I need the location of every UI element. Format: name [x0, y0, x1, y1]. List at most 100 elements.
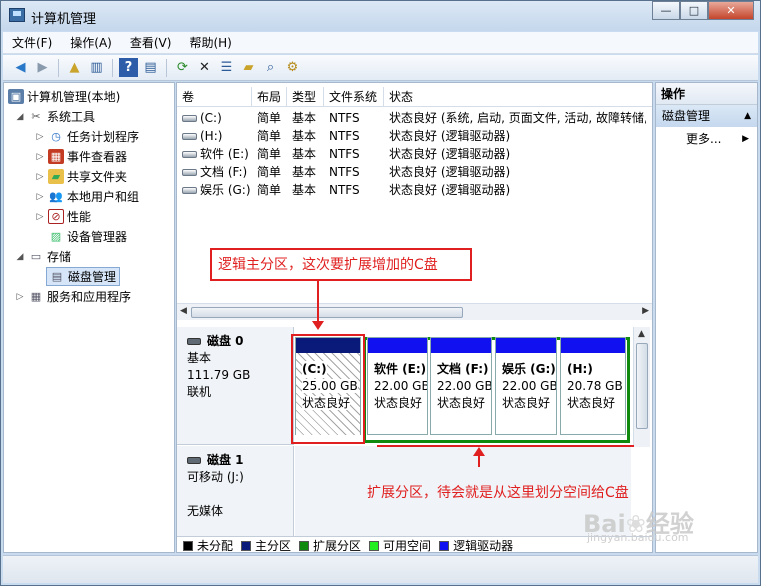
tree-item-storage[interactable]: ◢ ▭ 存储	[14, 247, 71, 266]
volume-filesystem: NTFS	[329, 147, 360, 161]
tree-item-label: 服务和应用程序	[47, 290, 132, 304]
delete-icon[interactable]: ✕	[195, 58, 214, 77]
disk-icon	[187, 338, 201, 345]
disk-type: 可移动 (J:)	[187, 470, 244, 484]
properties-icon[interactable]: ☰	[217, 58, 236, 77]
help-icon[interactable]: ?	[119, 58, 138, 77]
expand-arrow-icon[interactable]: ▷	[34, 152, 46, 162]
vertical-scrollbar[interactable]: ▲	[633, 327, 650, 447]
column-filesystem[interactable]: 文件系统	[324, 87, 384, 106]
expand-arrow-icon[interactable]: ▷	[34, 192, 46, 202]
console-tree: ▣ 计算机管理(本地) ◢ ✂ 系统工具 ▷ ◷ 任务计划程序 ▷ ▦ 事件查看…	[3, 82, 175, 553]
tree-item-performance[interactable]: ▷ ⊘ 性能	[34, 207, 91, 226]
forward-arrow-icon[interactable]: ▶	[33, 58, 52, 77]
actions-section-label: 磁盘管理	[662, 109, 711, 123]
disk-1-info[interactable]: 磁盘 1 可移动 (J:) 无媒体	[177, 446, 294, 542]
volume-status: 状态良好 (系统, 启动, 页面文件, 活动, 故障转储, 主	[389, 111, 646, 125]
close-button[interactable]: ✕	[708, 1, 754, 20]
tree-item-device-manager[interactable]: ▨ 设备管理器	[46, 227, 127, 246]
volume-row[interactable]: 软件 (E:) 简单 基本 NTFS 状态良好 (逻辑驱动器)	[177, 145, 646, 163]
volume-filesystem: NTFS	[329, 111, 360, 125]
volume-name: (C:)	[200, 111, 222, 125]
column-volume[interactable]: 卷	[177, 87, 252, 106]
search-icon[interactable]: ⌕	[261, 58, 280, 77]
actions-pane: 操作 磁盘管理 ▲ 更多... ▶	[655, 82, 758, 553]
legend-label: 逻辑驱动器	[453, 539, 514, 553]
back-arrow-icon[interactable]: ◀	[11, 58, 30, 77]
scroll-thumb[interactable]	[636, 343, 648, 429]
actions-more-link[interactable]: 更多... ▶	[656, 127, 757, 151]
tree-item-shared-folders[interactable]: ▷ ▰ 共享文件夹	[34, 167, 127, 186]
maximize-button[interactable]: □	[680, 1, 708, 20]
tree-item-disk-management[interactable]: ▤ 磁盘管理	[46, 267, 121, 286]
volume-row[interactable]: 文档 (F:) 简单 基本 NTFS 状态良好 (逻辑驱动器)	[177, 163, 646, 181]
volume-status: 状态良好 (逻辑驱动器)	[389, 183, 511, 197]
logical-drive-bar	[496, 338, 556, 353]
annotation-text-bottom: 扩展分区，待会就是从这里划分空间给C盘	[367, 485, 629, 501]
tree-item-root[interactable]: ▣ 计算机管理(本地)	[6, 87, 120, 106]
scroll-left-icon[interactable]: ◀	[180, 306, 187, 316]
volume-row[interactable]: (H:) 简单 基本 NTFS 状态良好 (逻辑驱动器)	[177, 127, 646, 145]
expand-arrow-icon[interactable]: ▷	[34, 172, 46, 182]
collapse-arrow-icon[interactable]: ◢	[14, 252, 26, 262]
annotation-arrowhead-down	[312, 321, 324, 330]
tree-item-label: 性能	[67, 210, 92, 224]
volume-status: 状态良好 (逻辑驱动器)	[389, 147, 511, 161]
partition-f[interactable]: 文档 (F:) 22.00 GB 状态良好	[430, 337, 492, 435]
open-folder-icon[interactable]: ▰	[239, 58, 258, 77]
scroll-thumb[interactable]	[191, 307, 463, 318]
show-tree-icon[interactable]: ▥	[87, 58, 106, 77]
column-layout[interactable]: 布局	[252, 87, 287, 106]
settings-icon[interactable]: ⚙	[283, 58, 302, 77]
menu-action[interactable]: 操作(A)	[61, 34, 121, 51]
partition-status: 状态良好	[502, 396, 551, 410]
menu-file[interactable]: 文件(F)	[3, 34, 61, 51]
volume-row[interactable]: (C:) 简单 基本 NTFS 状态良好 (系统, 启动, 页面文件, 活动, …	[177, 109, 646, 127]
expand-arrow-icon[interactable]: ▷	[34, 212, 46, 222]
column-status[interactable]: 状态	[384, 87, 652, 106]
annotation-box-c-partition	[291, 334, 365, 444]
actions-section-disk-management[interactable]: 磁盘管理 ▲	[656, 105, 757, 127]
tree-item-services-apps[interactable]: ▷ ▦ 服务和应用程序	[14, 287, 131, 306]
partition-status: 状态良好	[374, 396, 423, 410]
tree-item-label: 任务计划程序	[67, 130, 140, 144]
column-type[interactable]: 类型	[287, 87, 324, 106]
tree-item-task-scheduler[interactable]: ▷ ◷ 任务计划程序	[34, 127, 139, 146]
horizontal-scrollbar[interactable]: ◀ ▶	[177, 303, 652, 320]
device-manager-icon: ▨	[50, 230, 62, 243]
disk-0-info[interactable]: 磁盘 0 基本 111.79 GB 联机	[177, 327, 294, 445]
tree-item-label: 磁盘管理	[68, 270, 117, 284]
tree-item-local-users[interactable]: ▷ 👥 本地用户和组	[34, 187, 139, 206]
partition-h[interactable]: (H:) 20.78 GB 状态良好	[560, 337, 626, 435]
volume-type: 基本	[292, 165, 317, 179]
expand-arrow-icon[interactable]: ▷	[34, 132, 46, 142]
partition-g[interactable]: 娱乐 (G:) 22.00 GB 状态良好	[495, 337, 557, 435]
drive-icon	[182, 151, 197, 158]
minimize-button[interactable]: —	[652, 1, 680, 20]
up-folder-icon[interactable]: ▲	[65, 58, 84, 77]
computer-icon: ▣	[8, 89, 24, 104]
volume-row[interactable]: 娱乐 (G:) 简单 基本 NTFS 状态良好 (逻辑驱动器)	[177, 181, 646, 199]
shared-folder-icon: ▰	[48, 169, 64, 184]
tree-item-system-tools[interactable]: ◢ ✂ 系统工具	[14, 107, 95, 126]
collapse-arrow-icon[interactable]: ◢	[14, 112, 26, 122]
volume-list-header: 卷 布局 类型 文件系统 状态	[177, 87, 652, 107]
scroll-right-icon[interactable]: ▶	[642, 306, 649, 316]
volume-type: 基本	[292, 129, 317, 143]
partition-e[interactable]: 软件 (E:) 22.00 GB 状态良好	[367, 337, 428, 435]
performance-icon: ⊘	[48, 209, 64, 224]
refresh-icon[interactable]: ⟳	[173, 58, 192, 77]
drive-icon	[182, 115, 197, 122]
disk-layout-pane: 磁盘 0 基本 111.79 GB 联机 磁盘 1 可移动 (J:) 无媒体 (…	[177, 327, 652, 542]
submenu-arrow-icon: ▶	[742, 134, 749, 144]
tree-item-label: 共享文件夹	[67, 170, 128, 184]
menu-help[interactable]: 帮助(H)	[180, 34, 240, 51]
expand-arrow-icon[interactable]: ▷	[14, 292, 26, 302]
scroll-up-icon[interactable]: ▲	[638, 329, 645, 339]
tree-item-event-viewer[interactable]: ▷ ▦ 事件查看器	[34, 147, 127, 166]
annotation-underline-extended	[377, 445, 634, 447]
console-icon[interactable]: ▤	[141, 58, 160, 77]
computer-management-icon	[9, 8, 25, 22]
collapse-up-icon[interactable]: ▲	[744, 105, 751, 127]
menu-view[interactable]: 查看(V)	[121, 34, 181, 51]
